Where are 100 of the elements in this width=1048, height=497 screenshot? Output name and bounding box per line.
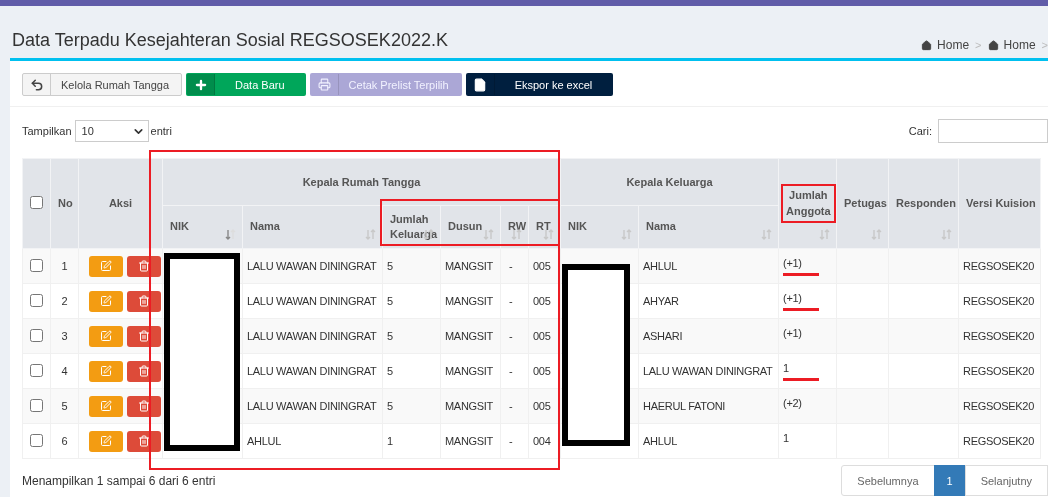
back-button[interactable]: Kelola Rumah Tangga xyxy=(22,73,183,96)
home-icon xyxy=(921,39,933,51)
edit-icon xyxy=(100,365,112,377)
table-cell: REGSOSEK20 xyxy=(963,435,1034,447)
row-checkbox[interactable] xyxy=(30,398,43,412)
edit-button[interactable] xyxy=(89,360,123,382)
add-button[interactable]: Data Baru xyxy=(186,73,306,96)
table-cell-text: 1 xyxy=(783,431,790,446)
table-cell: 1 xyxy=(387,435,393,447)
table-cell: 004 xyxy=(533,435,551,447)
table-cell: - xyxy=(509,400,513,412)
table-cell: AHLUL xyxy=(247,435,281,447)
table-cell-text: (+1) xyxy=(783,326,803,341)
row-number: 3 xyxy=(61,330,68,342)
pagination-button[interactable]: Selanjutny xyxy=(964,465,1048,496)
table-cell: REGSOSEK20 xyxy=(963,260,1034,272)
row-checkbox[interactable] xyxy=(30,363,43,377)
table-cell: 5 xyxy=(387,260,393,272)
table-cell: LALU WAWAN DININGRAT xyxy=(247,365,377,377)
row-checkbox[interactable] xyxy=(30,258,43,272)
column-header[interactable]: Nama xyxy=(242,205,383,249)
table-cell: LALU WAWAN DININGRAT xyxy=(247,295,377,307)
row-number: 5 xyxy=(61,400,68,412)
select-all-checkbox[interactable] xyxy=(30,196,43,209)
row-number: 6 xyxy=(61,435,68,447)
search-field[interactable] xyxy=(938,119,1048,143)
edit-button[interactable] xyxy=(89,395,123,417)
row-number: 1 xyxy=(61,260,68,272)
plus-icon xyxy=(193,77,208,92)
table-cell: HAERUL FATONI xyxy=(643,400,726,412)
file-icon xyxy=(473,77,488,92)
delete-button[interactable] xyxy=(127,255,161,277)
delete-button[interactable] xyxy=(127,290,161,312)
table-cell: AHLUL xyxy=(643,260,677,272)
table-cell-text: (+2) xyxy=(783,396,803,411)
sort-icon[interactable] xyxy=(225,229,236,240)
delete-button[interactable] xyxy=(127,430,161,452)
row-number: 4 xyxy=(61,365,68,377)
sort-icon[interactable] xyxy=(423,229,434,240)
column-header[interactable]: NIK xyxy=(162,205,243,249)
breadcrumb-link[interactable]: Home xyxy=(921,38,970,52)
pagination-button[interactable]: Sebelumnya xyxy=(841,465,935,496)
table-cell: MANGSIT xyxy=(445,330,493,342)
edit-icon xyxy=(100,330,112,342)
back-arrow-icon xyxy=(29,77,44,92)
table-cell: - xyxy=(509,260,513,272)
pagination-button[interactable]: 1 xyxy=(933,465,966,496)
trash-icon xyxy=(138,330,150,342)
column-group-header: Kepala Rumah Tangga xyxy=(162,158,561,206)
table-cell: (+1) xyxy=(783,291,820,311)
breadcrumb-link[interactable]: Home xyxy=(987,38,1036,52)
column-header[interactable]: Nama xyxy=(638,205,779,249)
edit-button[interactable] xyxy=(89,290,123,312)
breadcrumb-separator: > xyxy=(975,39,982,51)
table-cell: REGSOSEK20 xyxy=(963,330,1034,342)
edit-button[interactable] xyxy=(89,325,123,347)
column-header: No xyxy=(50,158,79,249)
table-cell: 5 xyxy=(387,365,393,377)
table-cell: - xyxy=(509,435,513,447)
column-header[interactable]: Jumlah Anggota xyxy=(778,158,837,249)
table-cell: 5 xyxy=(387,295,393,307)
trash-icon xyxy=(138,365,150,377)
edit-button[interactable] xyxy=(89,255,123,277)
page-title: Data Terpadu Kesejahteran Sosial REGSOSEK2022.K xyxy=(12,29,448,51)
table-cell: 5 xyxy=(387,400,393,412)
table-cell: REGSOSEK20 xyxy=(963,365,1034,377)
length-label: entri xyxy=(150,125,172,137)
table-cell: MANGSIT xyxy=(445,365,493,377)
page-size-select[interactable]: 10 xyxy=(74,120,149,142)
table-cell: AHLUL xyxy=(643,435,677,447)
trash-icon xyxy=(138,260,150,272)
edit-icon xyxy=(100,260,112,272)
column-header[interactable]: Petugas xyxy=(836,158,889,249)
printer-icon xyxy=(317,78,331,91)
column-header: Aksi xyxy=(78,158,163,249)
row-checkbox[interactable] xyxy=(30,328,43,342)
edit-button[interactable] xyxy=(89,430,123,452)
table-cell: (+1) xyxy=(783,256,820,276)
table-cell: LALU WAWAN DININGRAT xyxy=(247,260,377,272)
table-cell: - xyxy=(509,330,513,342)
table-cell: MANGSIT xyxy=(445,295,493,307)
table-cell: - xyxy=(509,365,513,377)
delete-button[interactable] xyxy=(127,360,161,382)
table-info: Menampilkan 1 sampai 6 dari 6 entri xyxy=(22,473,216,488)
row-checkbox[interactable] xyxy=(30,293,43,307)
column-header[interactable]: NIK xyxy=(560,205,639,249)
row-checkbox[interactable] xyxy=(30,433,43,447)
column-header[interactable]: Responden xyxy=(888,158,959,249)
table-cell: 005 xyxy=(533,295,551,307)
delete-button[interactable] xyxy=(127,395,161,417)
table-cell: LALU WAWAN DININGRAT xyxy=(247,330,377,342)
table-cell: MANGSIT xyxy=(445,400,493,412)
export-button[interactable]: Ekspor ke excel xyxy=(465,73,614,96)
table-cell: 005 xyxy=(533,330,551,342)
table-cell: 005 xyxy=(533,400,551,412)
delete-button[interactable] xyxy=(127,325,161,347)
edit-icon xyxy=(100,295,112,307)
table-cell: MANGSIT xyxy=(445,435,493,447)
table-cell: 5 xyxy=(387,330,393,342)
table-cell: 1 xyxy=(783,361,820,381)
